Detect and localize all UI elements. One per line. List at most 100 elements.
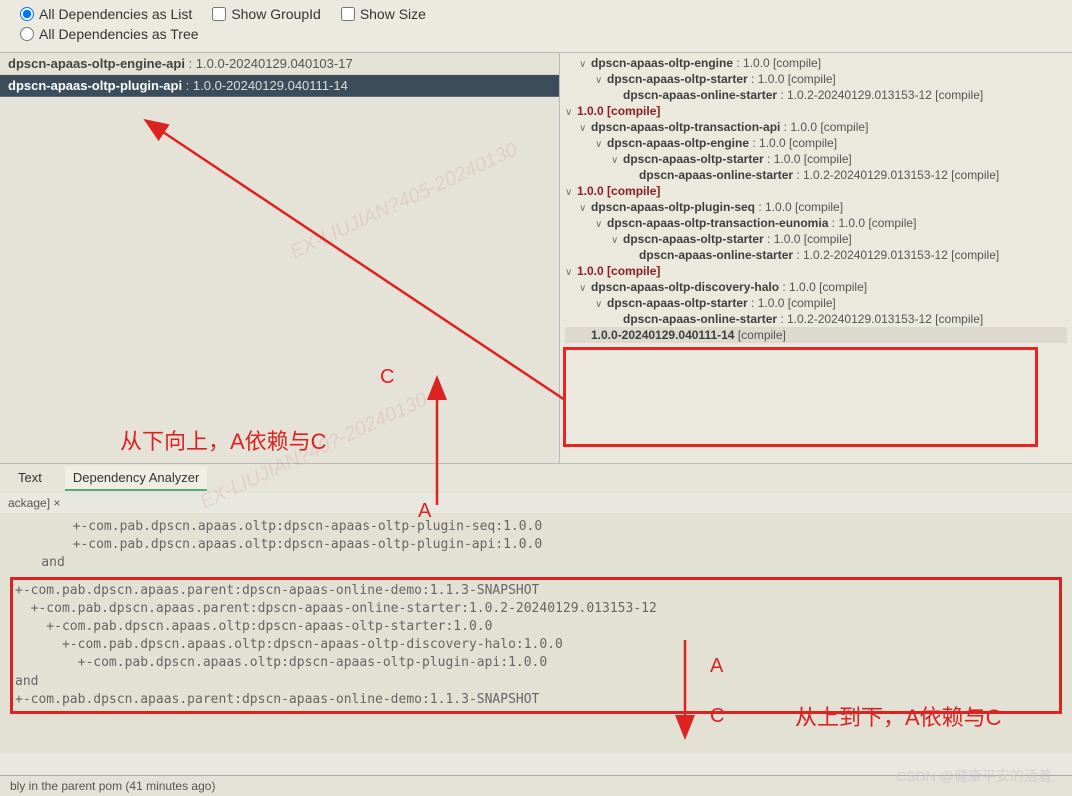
- artifact-name: dpscn-apaas-oltp-plugin-api: [8, 78, 182, 93]
- tree-node[interactable]: ∨dpscn-apaas-oltp-starter : 1.0.0 [compi…: [565, 151, 1067, 167]
- tree-meta: : 1.0.0 [compile]: [748, 72, 836, 86]
- tree-artifact: 1.0.0-20240129.040111-14: [591, 328, 734, 342]
- tree-artifact: dpscn-apaas-oltp-transaction-eunomia: [607, 216, 828, 230]
- tree-meta: : 1.0.0 [compile]: [764, 152, 852, 166]
- radio-all-list-input[interactable]: [20, 7, 34, 21]
- chevron-down-icon[interactable]: ∨: [579, 283, 591, 294]
- chevron-down-icon[interactable]: ∨: [611, 155, 623, 166]
- tree-artifact: 1.0.0 [compile]: [577, 184, 660, 198]
- tree-artifact: dpscn-apaas-oltp-starter: [623, 232, 764, 246]
- chevron-down-icon[interactable]: ∨: [595, 219, 607, 230]
- console-line: +-com.pab.dpscn.apaas.oltp:dpscn-apaas-o…: [10, 518, 1062, 536]
- tree-artifact: dpscn-apaas-online-starter: [639, 168, 793, 182]
- tab-text[interactable]: Text: [10, 466, 50, 491]
- tree-artifact: dpscn-apaas-oltp-engine: [607, 136, 749, 150]
- tree-artifact: 1.0.0 [compile]: [577, 104, 660, 118]
- tree-meta: : 1.0.2-20240129.013153-12 [compile]: [793, 248, 999, 262]
- tree-artifact: dpscn-apaas-oltp-discovery-halo: [591, 280, 779, 294]
- tree-meta: : 1.0.0 [compile]: [733, 56, 821, 70]
- artifact-name: dpscn-apaas-oltp-engine-api: [8, 56, 185, 71]
- tree-meta: : 1.0.0 [compile]: [749, 136, 837, 150]
- radio-all-tree-input[interactable]: [20, 27, 34, 41]
- chevron-down-icon[interactable]: ∨: [595, 75, 607, 86]
- toolbar: All Dependencies as List Show GroupId Sh…: [0, 0, 1072, 53]
- tree-node[interactable]: ∨dpscn-apaas-oltp-discovery-halo : 1.0.0…: [565, 279, 1067, 295]
- tree-artifact: dpscn-apaas-oltp-starter: [623, 152, 764, 166]
- radio-all-tree-label: All Dependencies as Tree: [39, 26, 199, 42]
- chevron-down-icon[interactable]: ∨: [565, 187, 577, 198]
- tree-artifact: 1.0.0 [compile]: [577, 264, 660, 278]
- tree-artifact: dpscn-apaas-online-starter: [639, 248, 793, 262]
- chevron-down-icon[interactable]: ∨: [595, 139, 607, 150]
- check-groupid-label: Show GroupId: [231, 6, 321, 22]
- artifact-version: : 1.0.0-20240129.040111-14: [182, 78, 348, 93]
- tree-artifact: dpscn-apaas-oltp-engine: [591, 56, 733, 70]
- check-size-label: Show Size: [360, 6, 426, 22]
- tree-meta: : 1.0.0 [compile]: [748, 296, 836, 310]
- tree-node[interactable]: ∨dpscn-apaas-oltp-transaction-api : 1.0.…: [565, 119, 1067, 135]
- tree-artifact: dpscn-apaas-oltp-plugin-seq: [591, 200, 755, 214]
- tree-meta: : 1.0.0 [compile]: [779, 280, 867, 294]
- check-size[interactable]: Show Size: [341, 6, 426, 22]
- check-groupid-input[interactable]: [212, 7, 226, 21]
- console-line: +-com.pab.dpscn.apaas.parent:dpscn-apaas…: [15, 691, 1057, 709]
- console-line: +-com.pab.dpscn.apaas.oltp:dpscn-apaas-o…: [10, 536, 1062, 554]
- watermark-csdn: CSDN @健康平安的活着: [896, 766, 1052, 786]
- dependency-list-item[interactable]: dpscn-apaas-oltp-plugin-api : 1.0.0-2024…: [0, 75, 559, 97]
- chevron-down-icon[interactable]: ∨: [565, 267, 577, 278]
- radio-all-tree[interactable]: All Dependencies as Tree: [20, 26, 199, 42]
- tree-node[interactable]: dpscn-apaas-online-starter : 1.0.2-20240…: [565, 167, 1067, 183]
- tree-node[interactable]: ∨1.0.0 [compile]: [565, 183, 1067, 199]
- check-groupid[interactable]: Show GroupId: [212, 6, 321, 22]
- tree-node[interactable]: ∨dpscn-apaas-oltp-engine : 1.0.0 [compil…: [565, 55, 1067, 71]
- tree-node[interactable]: dpscn-apaas-online-starter : 1.0.2-20240…: [565, 247, 1067, 263]
- chevron-down-icon[interactable]: ∨: [611, 235, 623, 246]
- dependency-list-item[interactable]: dpscn-apaas-oltp-engine-api : 1.0.0-2024…: [0, 53, 559, 75]
- tree-node[interactable]: ∨dpscn-apaas-oltp-plugin-seq : 1.0.0 [co…: [565, 199, 1067, 215]
- tree-node[interactable]: ∨dpscn-apaas-oltp-starter : 1.0.0 [compi…: [565, 71, 1067, 87]
- main-panels: dpscn-apaas-oltp-engine-api : 1.0.0-2024…: [0, 53, 1072, 463]
- annotation-red-box-tree: [563, 347, 1038, 447]
- tree-node[interactable]: ∨dpscn-apaas-oltp-starter : 1.0.0 [compi…: [565, 295, 1067, 311]
- tree-meta: : 1.0.0 [compile]: [755, 200, 843, 214]
- package-tab[interactable]: ackage] ×: [0, 493, 1072, 513]
- tree-meta: : 1.0.2-20240129.013153-12 [compile]: [793, 168, 999, 182]
- tree-node[interactable]: ∨1.0.0 [compile]: [565, 103, 1067, 119]
- chevron-down-icon[interactable]: ∨: [579, 123, 591, 134]
- annotation-red-box-console: +-com.pab.dpscn.apaas.parent:dpscn-apaas…: [10, 577, 1062, 714]
- radio-all-list[interactable]: All Dependencies as List: [20, 6, 192, 22]
- tree-meta: : 1.0.0 [compile]: [828, 216, 916, 230]
- tab-dependency-analyzer[interactable]: Dependency Analyzer: [65, 466, 207, 491]
- tree-node[interactable]: 1.0.0-20240129.040111-14 [compile]: [565, 327, 1067, 343]
- chevron-down-icon[interactable]: ∨: [595, 299, 607, 310]
- tree-meta: : 1.0.2-20240129.013153-12 [compile]: [777, 88, 983, 102]
- tree-node[interactable]: dpscn-apaas-online-starter : 1.0.2-20240…: [565, 311, 1067, 327]
- console-line: +-com.pab.dpscn.apaas.parent:dpscn-apaas…: [15, 582, 1057, 600]
- tree-node[interactable]: ∨dpscn-apaas-oltp-transaction-eunomia : …: [565, 215, 1067, 231]
- tree-node[interactable]: dpscn-apaas-online-starter : 1.0.2-20240…: [565, 87, 1067, 103]
- left-dependency-list[interactable]: dpscn-apaas-oltp-engine-api : 1.0.0-2024…: [0, 53, 560, 463]
- tree-meta: : 1.0.0 [compile]: [780, 120, 868, 134]
- tree-meta: : 1.0.0 [compile]: [764, 232, 852, 246]
- chevron-down-icon[interactable]: ∨: [579, 59, 591, 70]
- tree-artifact: dpscn-apaas-oltp-transaction-api: [591, 120, 780, 134]
- console-line: +-com.pab.dpscn.apaas.parent:dpscn-apaas…: [15, 600, 1057, 618]
- tree-node[interactable]: ∨dpscn-apaas-oltp-engine : 1.0.0 [compil…: [565, 135, 1067, 151]
- tree-meta: : 1.0.2-20240129.013153-12 [compile]: [777, 312, 983, 326]
- tree-node[interactable]: ∨1.0.0 [compile]: [565, 263, 1067, 279]
- console-line: +-com.pab.dpscn.apaas.oltp:dpscn-apaas-o…: [15, 654, 1057, 672]
- tree-node[interactable]: ∨dpscn-apaas-oltp-starter : 1.0.0 [compi…: [565, 231, 1067, 247]
- console-line: +-com.pab.dpscn.apaas.oltp:dpscn-apaas-o…: [15, 636, 1057, 654]
- tree-meta: [compile]: [734, 328, 785, 342]
- artifact-version: : 1.0.0-20240129.040103-17: [185, 56, 353, 71]
- tree-artifact: dpscn-apaas-oltp-starter: [607, 296, 748, 310]
- console-line: and: [15, 673, 1057, 691]
- chevron-down-icon[interactable]: ∨: [579, 203, 591, 214]
- chevron-down-icon[interactable]: ∨: [565, 107, 577, 118]
- console-output[interactable]: +-com.pab.dpscn.apaas.oltp:dpscn-apaas-o…: [0, 513, 1072, 753]
- check-size-input[interactable]: [341, 7, 355, 21]
- right-dependency-tree[interactable]: ∨dpscn-apaas-oltp-engine : 1.0.0 [compil…: [560, 53, 1072, 463]
- tree-artifact: dpscn-apaas-online-starter: [623, 312, 777, 326]
- bottom-tabs: Text Dependency Analyzer: [0, 463, 1072, 493]
- tree-artifact: dpscn-apaas-online-starter: [623, 88, 777, 102]
